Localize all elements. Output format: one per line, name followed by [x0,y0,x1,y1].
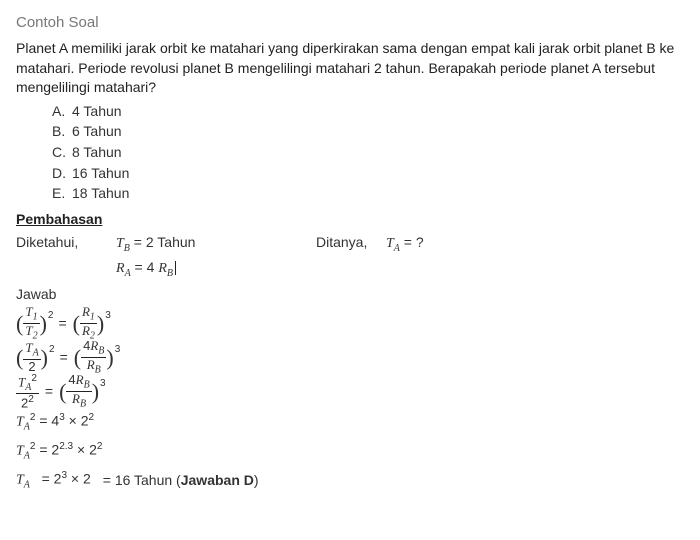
step-4: TA2 = 43 × 22 [16,411,684,434]
step-3: TA2 22 = ( 4RB RB )3 [16,377,684,407]
step-6-final: TA = 23 × 2 = 16 Tahun (Jawaban D) [16,469,684,492]
known-ra: RA = 4 RB [116,258,316,281]
ditanya-expr: TA = ? [386,233,424,256]
options-list: A.4 Tahun B.6 Tahun C.8 Tahun D.16 Tahun… [52,102,684,204]
step-1: ( T1 T2 )2 = ( R1 R2 )3 [16,309,684,339]
option-e: E.18 Tahun [52,184,684,204]
section-heading: Contoh Soal [16,12,684,33]
step-2: ( TA 2 )2 = ( 4RB RB )3 [16,343,684,373]
question-text: Planet A memiliki jarak orbit ke matahar… [16,39,684,98]
known-values: TB = 2 Tahun RA = 4 RB [116,233,316,283]
step-5: TA2 = 22.3 × 22 [16,440,684,463]
option-b: B.6 Tahun [52,122,684,142]
option-a: A.4 Tahun [52,102,684,122]
diketahui-row: Diketahui, TB = 2 Tahun RA = 4 RB Ditany… [16,233,684,283]
text-cursor [175,261,176,275]
known-tb: TB = 2 Tahun [116,233,316,256]
option-c: C.8 Tahun [52,143,684,163]
ditanya-label: Ditanya, [316,233,386,253]
final-answer: = 16 Tahun (Jawaban D) [103,471,259,491]
pembahasan-heading: Pembahasan [16,210,684,230]
jawab-label: Jawab [16,285,684,305]
diketahui-label: Diketahui, [16,233,116,253]
option-d: D.16 Tahun [52,164,684,184]
